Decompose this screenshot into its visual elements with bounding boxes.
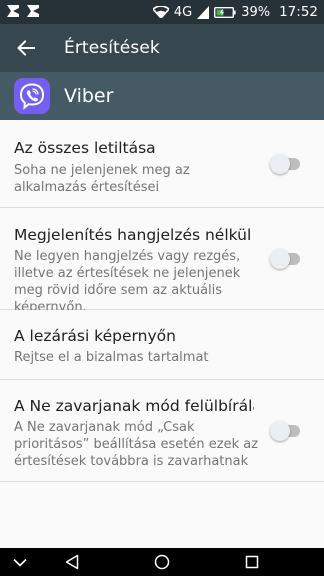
navigation-bar xyxy=(0,548,324,576)
override-dnd-toggle[interactable] xyxy=(270,421,300,441)
back-triangle-icon xyxy=(65,554,79,570)
page-title: Értesítések xyxy=(64,38,160,58)
setting-title: Megjelenítés hangjelzés nélkül xyxy=(14,226,252,244)
block-all-toggle[interactable] xyxy=(270,154,300,174)
setting-title: A Ne zavarjanak mód felülbírálá.. xyxy=(14,397,254,415)
chevron-down-icon xyxy=(13,558,27,567)
toggle-thumb xyxy=(270,421,290,441)
recents-square-icon xyxy=(245,555,259,569)
setting-block-all[interactable]: Az összes letiltása Soha ne jelenjenek m… xyxy=(0,120,324,208)
app-notification-icon xyxy=(27,5,39,17)
nav-home-button[interactable] xyxy=(142,548,182,576)
status-bar: 4G 39% 17:52 xyxy=(0,0,324,24)
viber-logo-icon xyxy=(14,78,50,114)
setting-show-silently[interactable]: Megjelenítés hangjelzés nélkül Ne legyen… xyxy=(0,208,324,315)
status-notification-icons xyxy=(6,4,40,18)
setting-description: Ne legyen hangjelzés vagy rezgés, illetv… xyxy=(14,249,241,315)
setting-title: A lezárási képernyőn xyxy=(14,327,176,345)
toolbar: Értesítések xyxy=(0,24,324,72)
nav-recents-button[interactable] xyxy=(232,548,272,576)
back-button[interactable] xyxy=(6,28,46,68)
toggle-thumb xyxy=(270,249,290,269)
setting-description: A Ne zavarjanak mód „Csak prioritásos” b… xyxy=(14,420,259,469)
app-notification-icon xyxy=(7,5,19,17)
clock: 17:52 xyxy=(279,4,318,20)
setting-title: Az összes letiltása xyxy=(14,139,156,157)
app-header: Viber xyxy=(0,72,324,120)
setting-description: Rejtse el a bizalmas tartalmat xyxy=(14,350,209,365)
home-circle-icon xyxy=(154,554,170,570)
network-type: 4G xyxy=(173,4,193,20)
show-silently-toggle[interactable] xyxy=(270,249,300,269)
setting-lock-screen[interactable]: A lezárási képernyőn Rejtse el a bizalma… xyxy=(0,310,324,380)
status-indicators: 4G 39% 17:52 xyxy=(152,0,318,24)
arrow-back-icon xyxy=(17,40,35,56)
notification-settings-list: Az összes letiltása Soha ne jelenjenek m… xyxy=(0,120,324,482)
nav-back-button[interactable] xyxy=(52,548,92,576)
wifi-icon xyxy=(152,6,169,18)
setting-override-dnd[interactable]: A Ne zavarjanak mód felülbírálá.. A Ne z… xyxy=(0,380,324,482)
battery-percent: 39% xyxy=(241,4,271,20)
toggle-thumb xyxy=(270,154,290,174)
signal-icon xyxy=(197,5,210,19)
hide-nav-button[interactable] xyxy=(0,548,40,576)
battery-icon xyxy=(214,6,236,18)
app-name: Viber xyxy=(64,85,114,107)
setting-description: Soha ne jelenjenek meg az alkalmazás ért… xyxy=(14,163,190,195)
